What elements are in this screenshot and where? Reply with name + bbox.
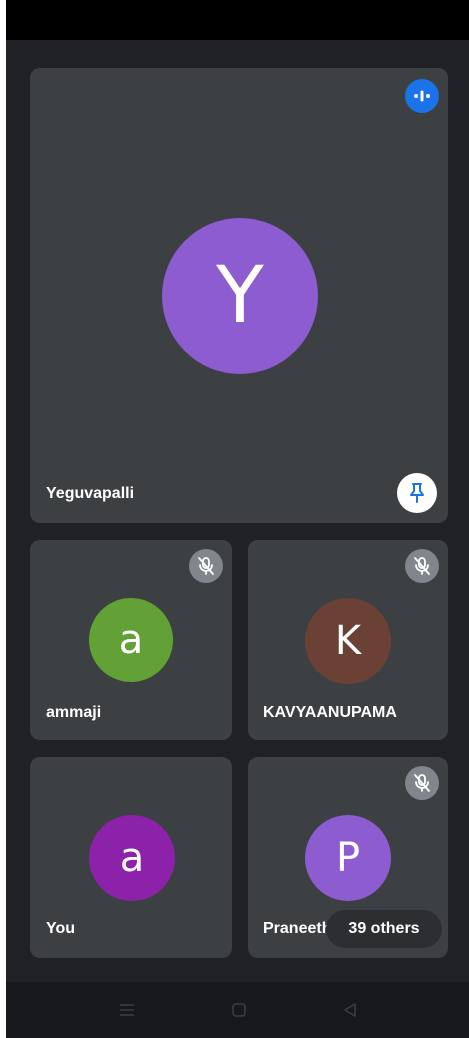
others-chip-label: 39 others [348,920,420,937]
avatar-you: a [89,815,175,901]
speaking-indicator-icon [405,79,439,113]
participant-name: ammaji [46,704,102,721]
main-participant-name: Yeguvapalli [46,485,135,502]
menu-icon[interactable] [111,994,143,1026]
mic-off-icon [405,766,439,800]
participant-tile-ammaji[interactable]: a ammaji [30,540,232,740]
others-chip[interactable]: 39 others [326,910,442,948]
main-avatar-letter: Y [216,251,264,341]
meeting-screen: Y Yeguvapalli a ammaji K KAVYAANUPAMA a … [6,0,469,1038]
navigation-bar [6,982,469,1038]
avatar-praneeth: P [305,815,391,901]
avatar-letter: P [335,835,361,881]
participant-name: Praneeth [263,920,332,937]
participant-tile-kavyaanupama[interactable]: K KAVYAANUPAMA [248,540,448,740]
participant-name: KAVYAANUPAMA [263,704,397,721]
main-participant-tile[interactable]: Y Yeguvapalli [30,68,448,523]
participant-tile-you[interactable]: a You [30,757,232,958]
back-triangle-icon[interactable] [334,994,366,1026]
avatar-ammaji: a [89,598,173,682]
status-bar [6,0,469,40]
participant-name: You [46,920,76,937]
avatar-letter: a [118,617,144,663]
mic-off-icon [405,549,439,583]
main-avatar: Y [162,218,318,374]
home-square-icon[interactable] [223,994,255,1026]
avatar-kavyaanupama: K [305,598,391,684]
pin-icon[interactable] [397,473,437,513]
avatar-letter: K [334,618,362,664]
avatar-letter: a [119,835,145,881]
mic-off-icon [189,549,223,583]
